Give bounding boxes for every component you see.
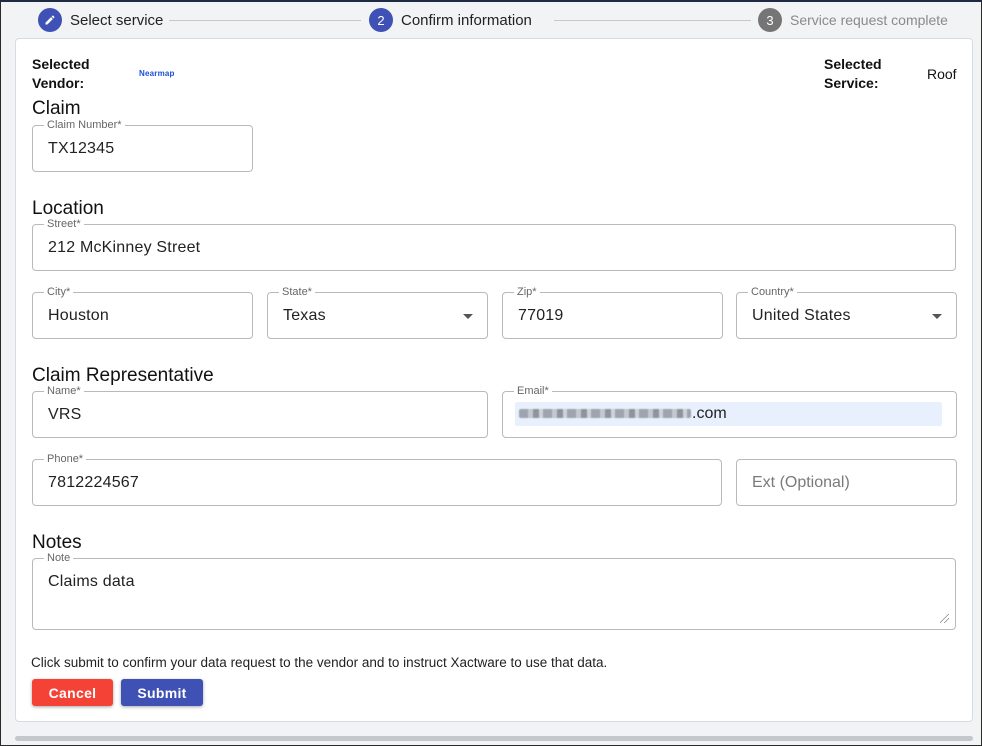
step-confirm-information[interactable]: 2 Confirm information (369, 8, 532, 32)
field-label: Phone* (44, 452, 87, 466)
field-label: Note (44, 551, 74, 565)
field-value: VRS (48, 405, 82, 423)
step-number: 2 (369, 8, 393, 32)
horizontal-scrollbar[interactable] (15, 736, 973, 741)
field-value: 7812224567 (48, 473, 139, 491)
submit-button[interactable]: Submit (121, 679, 203, 706)
city-field[interactable]: City* Houston (32, 285, 253, 339)
field-value: TX12345 (48, 139, 115, 157)
field-label: Street* (44, 217, 84, 231)
field-label: Zip* (514, 285, 540, 299)
stepper: Select service 2 Confirm information 3 S… (1, 2, 981, 38)
field-value: Houston (48, 306, 109, 324)
vendor-logo: Nearmap (139, 69, 175, 78)
step-label: Confirm information (401, 11, 532, 29)
step-connector (169, 20, 361, 21)
submit-instruction: Click submit to confirm your data reques… (31, 655, 608, 670)
selected-vendor-label: Selected Vendor: (32, 56, 90, 91)
claim-number-field[interactable]: Claim Number* TX12345 (32, 118, 253, 172)
step-label: Select service (70, 11, 164, 29)
step-label: Service request complete (790, 12, 948, 28)
note-textarea[interactable]: Note Claims data (32, 551, 956, 630)
field-value: United States (752, 306, 851, 324)
field-value: 212 McKinney Street (48, 238, 201, 256)
step-service-request-complete[interactable]: 3 Service request complete (758, 8, 948, 32)
field-label: Name* (44, 384, 84, 398)
dropdown-arrow-icon[interactable] (463, 313, 473, 319)
dropdown-arrow-icon[interactable] (932, 313, 942, 319)
redacted-email (519, 409, 691, 418)
field-label: Claim Number* (44, 118, 125, 132)
service-request-form: Selected Vendor: Nearmap Selected Servic… (15, 38, 973, 722)
cancel-button[interactable]: Cancel (32, 679, 113, 706)
step-connector (554, 20, 751, 21)
zip-field[interactable]: Zip* 77019 (502, 285, 723, 339)
selected-service-label: Selected Service: (824, 56, 882, 91)
email-field[interactable]: Email* .com (502, 384, 957, 438)
resize-handle-icon[interactable] (940, 614, 949, 623)
ext-field[interactable]: Ext (Optional) (736, 459, 957, 506)
step-number: 3 (758, 8, 782, 32)
field-label: City* (44, 285, 74, 299)
email-domain-suffix: .com (692, 405, 727, 422)
field-value: 77019 (518, 306, 564, 324)
country-select[interactable]: Country* United States (736, 285, 957, 339)
field-label: State* (279, 285, 315, 299)
pencil-icon (38, 8, 62, 32)
field-value: Claims data (48, 573, 135, 590)
phone-field[interactable]: Phone* 7812224567 (32, 452, 722, 506)
selected-service-value: Roof (927, 66, 957, 82)
name-field[interactable]: Name* VRS (32, 384, 488, 438)
field-label: Country* (748, 285, 797, 299)
field-value: Texas (283, 306, 326, 324)
field-label: Email* (514, 384, 552, 398)
section-title-claim: Claim (32, 98, 81, 119)
step-select-service[interactable]: Select service (38, 8, 163, 32)
field-placeholder: Ext (Optional) (752, 473, 850, 491)
state-select[interactable]: State* Texas (267, 285, 488, 339)
street-field[interactable]: Street* 212 McKinney Street (32, 217, 956, 271)
